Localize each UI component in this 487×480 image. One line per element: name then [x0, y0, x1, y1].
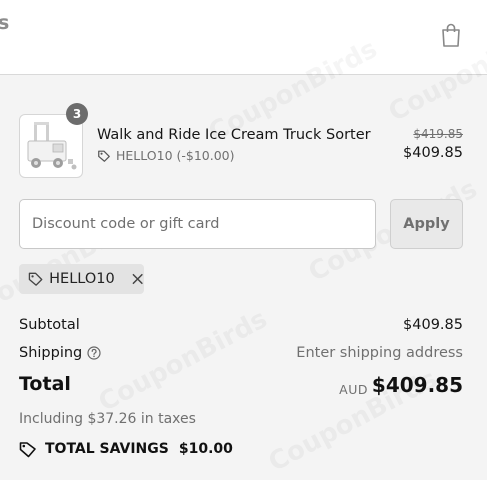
tag-icon	[28, 272, 43, 286]
discount-code-input[interactable]	[19, 199, 376, 249]
item-discount: HELLO10 (-$10.00)	[97, 148, 235, 163]
order-summary: CouponBirds CouponBirds CouponBirds Coup…	[0, 14, 487, 480]
brand-logo-fragment[interactable]: s	[0, 12, 9, 34]
discount-tag-icon	[19, 442, 36, 458]
total-savings-amount: $10.00	[178, 441, 233, 457]
subtotal-value: $409.85	[403, 317, 463, 333]
item-discount-label: HELLO10 (-$10.00)	[116, 148, 235, 163]
tag-icon	[98, 150, 110, 162]
original-price: $419.85	[413, 127, 463, 141]
ice-cream-truck-image	[27, 122, 77, 170]
watermark: CouponBirds	[94, 304, 272, 418]
total-label: Total	[19, 373, 71, 395]
apply-button[interactable]: Apply	[390, 199, 463, 249]
total-savings-label: TOTAL SAVINGS	[45, 441, 169, 457]
taxes-note: Including $37.26 in taxes	[19, 411, 196, 427]
subtotal-label: Subtotal	[19, 317, 80, 333]
applied-discount-chip: HELLO10	[19, 264, 144, 294]
close-icon[interactable]	[131, 272, 144, 286]
checkout-header: s	[0, 0, 487, 75]
applied-code-label: HELLO10	[49, 271, 115, 287]
product-name: Walk and Ride Ice Cream Truck Sorter	[97, 127, 371, 143]
quantity-badge: 3	[66, 103, 88, 125]
total-savings: TOTAL SAVINGS $10.00	[19, 440, 233, 458]
discounted-price: $409.85	[403, 145, 463, 161]
shipping-label: Shipping	[19, 345, 83, 361]
shipping-value: Enter shipping address	[296, 345, 463, 361]
shopping-bag-icon[interactable]	[440, 22, 462, 48]
currency-code: AUD	[339, 382, 368, 397]
total-amount: $409.85	[371, 373, 463, 397]
help-icon[interactable]	[87, 346, 101, 360]
